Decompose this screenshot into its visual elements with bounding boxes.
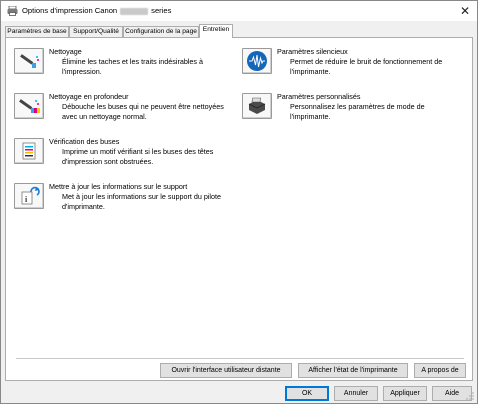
quiet-settings-title: Paramètres silencieux: [277, 47, 348, 56]
description-line: Débouche les buses qui ne peuvent être n…: [62, 102, 224, 111]
redacted-model-name: [120, 7, 149, 15]
description-line: avec un nettoyage normal.: [62, 111, 147, 121]
media-info-update-title: Mettre à jour les informations sur le su…: [49, 182, 188, 191]
tab-page-setup[interactable]: Configuration de la page: [123, 26, 199, 37]
maintenance-panel: Nettoyage Élimine les taches et les trai…: [5, 37, 473, 381]
cleaning-title: Nettoyage: [49, 47, 82, 56]
deep-cleaning-icon: [19, 99, 40, 113]
tab-media-quality[interactable]: Support/Qualité: [69, 26, 123, 37]
custom-settings-title: Paramètres personnalisés: [277, 92, 361, 101]
nozzle-check-button[interactable]: [14, 138, 44, 164]
print-options-window: Options d'impression Canon series ✕ Param…: [0, 0, 478, 404]
deep-cleaning-item: Nettoyage en profondeur Débouche les bus…: [14, 92, 224, 125]
quiet-settings-description: Permet de réduire le bruit de fonctionne…: [290, 57, 442, 76]
title-bar[interactable]: Options d'impression Canon series ✕: [1, 1, 477, 21]
printhead-cleaning-icon: [20, 54, 39, 68]
window-title-prefix: Options d'impression Canon: [22, 6, 118, 15]
tab-label: Support/Qualité: [73, 28, 119, 35]
custom-settings-item: Paramètres personnalisés Personnalisez l…: [242, 92, 452, 125]
quiet-settings-item: Paramètres silencieux Permet de réduire …: [242, 47, 452, 80]
media-info-update-item: i Mettre à jour les informations sur le …: [14, 182, 234, 215]
open-remote-ui-button[interactable]: Ouvrir l'interface utilisateur distante: [160, 363, 292, 378]
cleaning-item: Nettoyage Élimine les taches et les trai…: [14, 47, 224, 80]
close-button[interactable]: ✕: [457, 3, 473, 19]
tab-label: Entretien: [202, 26, 230, 33]
tab-label: Configuration de la page: [125, 28, 197, 35]
description-line: Personnalisez les paramètres de mode de: [290, 102, 425, 111]
cleaning-description: Élimine les taches et les traits indésir…: [62, 57, 203, 76]
tab-label: Paramètres de base: [7, 28, 67, 35]
description-line: Met à jour les informations sur le suppo…: [62, 192, 222, 201]
apply-button[interactable]: Appliquer: [383, 386, 427, 401]
quiet-settings-icon: [247, 51, 267, 71]
custom-settings-description: Personnalisez les paramètres de mode de …: [290, 102, 425, 121]
printer-app-icon: [7, 6, 18, 16]
about-button[interactable]: A propos de: [414, 363, 466, 378]
cancel-button[interactable]: Annuler: [334, 386, 378, 401]
custom-settings-button[interactable]: [242, 93, 272, 119]
description-line: l'imprimante.: [290, 111, 331, 121]
nozzle-check-icon: [22, 142, 36, 160]
resize-grip-icon[interactable]: [466, 392, 474, 400]
window-title: Options d'impression Canon series: [22, 6, 171, 15]
tab-basic-settings[interactable]: Paramètres de base: [5, 26, 69, 37]
media-info-update-description: Met à jour les informations sur le suppo…: [62, 192, 221, 211]
deep-cleaning-button[interactable]: [14, 93, 44, 119]
description-line: l'impression.: [62, 66, 102, 76]
description-line: Élimine les taches et les traits indésir…: [62, 57, 204, 66]
description-line: d'impression sont obstruées.: [62, 156, 154, 166]
panel-divider: [16, 358, 464, 359]
deep-cleaning-description: Débouche les buses qui ne peuvent être n…: [62, 102, 224, 121]
quiet-settings-button[interactable]: [242, 48, 272, 74]
tab-maintenance[interactable]: Entretien: [199, 24, 233, 38]
close-icon: ✕: [459, 4, 471, 18]
description-line: Permet de réduire le bruit de fonctionne…: [290, 57, 443, 66]
nozzle-check-title: Vérification des buses: [49, 137, 120, 146]
custom-settings-icon: [248, 97, 266, 114]
nozzle-check-item: Vérification des buses Imprime un motif …: [14, 137, 224, 170]
nozzle-check-description: Imprime un motif vérifiant si les buses …: [62, 147, 213, 166]
description-line: l'imprimante.: [290, 66, 331, 76]
description-line: d'imprimante.: [62, 201, 105, 211]
media-info-update-button[interactable]: i: [14, 183, 44, 209]
deep-cleaning-title: Nettoyage en profondeur: [49, 92, 129, 101]
media-info-update-icon: i: [21, 186, 40, 205]
cleaning-button[interactable]: [14, 48, 44, 74]
view-printer-status-button[interactable]: Afficher l'état de l'imprimante: [298, 363, 408, 378]
window-title-suffix: series: [151, 6, 172, 15]
description-line: Imprime un motif vérifiant si les buses …: [62, 147, 214, 156]
ok-button[interactable]: OK: [285, 386, 329, 401]
